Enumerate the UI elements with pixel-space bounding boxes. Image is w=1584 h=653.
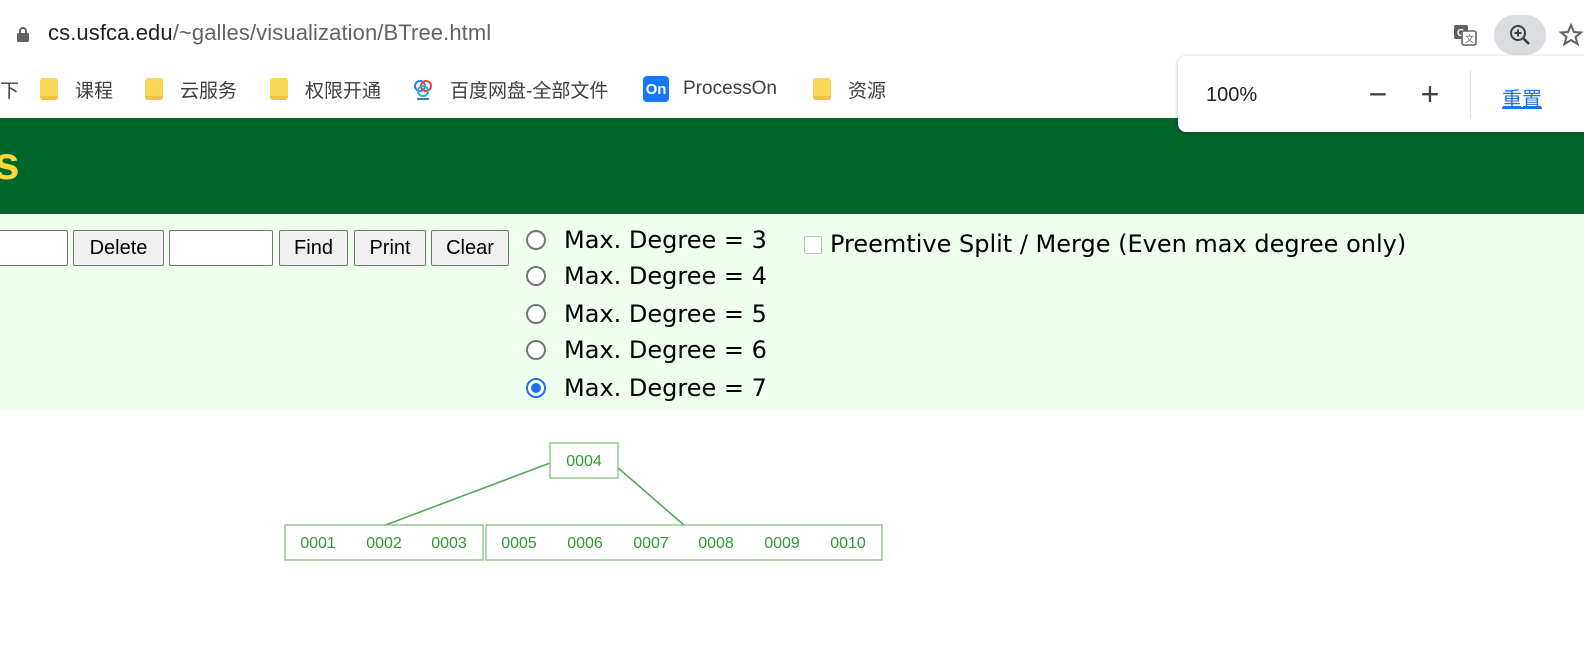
edge-root-left <box>382 459 559 527</box>
left-key: 0003 <box>431 535 467 552</box>
degree-option-4[interactable]: Max. Degree = 4 <box>526 261 767 291</box>
bookmark-partial[interactable]: 下 <box>0 74 19 104</box>
address-bar[interactable]: cs.usfca.edu/~galles/visualization/BTree… <box>0 0 1584 64</box>
folder-icon <box>145 78 163 100</box>
print-button[interactable]: Print <box>354 230 426 266</box>
bookmark-label: ProcessOn <box>683 78 777 99</box>
zoom-reset-button[interactable]: 重置 <box>1502 83 1542 112</box>
bookmark-ziyuan[interactable]: 资源 <box>813 74 886 104</box>
edge-root-right <box>608 459 686 527</box>
degree-label: Max. Degree = 3 <box>564 226 767 254</box>
delete-button[interactable]: Delete <box>73 230 164 266</box>
bookmark-partial-label: 下 <box>0 80 20 102</box>
radio-button[interactable] <box>526 304 546 324</box>
zoom-in-icon <box>1510 25 1530 45</box>
page-title: s <box>0 137 20 189</box>
bookmark-baidu-netdisk[interactable]: 百度网盘-全部文件 <box>412 74 608 104</box>
root-key: 0004 <box>566 453 602 470</box>
processon-icon: On <box>643 76 669 102</box>
degree-option-5[interactable]: Max. Degree = 5 <box>526 299 767 329</box>
radio-button[interactable] <box>526 230 546 250</box>
radio-button-selected[interactable] <box>526 378 546 398</box>
right-key: 0005 <box>501 535 537 552</box>
bookmark-yunfuwu[interactable]: 云服务 <box>145 74 237 104</box>
lock-icon[interactable] <box>16 26 30 42</box>
degree-option-7[interactable]: Max. Degree = 7 <box>526 373 767 403</box>
zoom-popup: 100% − + 重置 <box>1178 56 1584 132</box>
zoom-level: 100% <box>1206 84 1258 106</box>
find-value-input[interactable] <box>169 230 273 266</box>
svg-text:文: 文 <box>1465 33 1474 45</box>
zoom-out-button[interactable]: − <box>1360 76 1396 112</box>
preemptive-label: Preemtive Split / Merge (Even max degree… <box>830 230 1407 258</box>
degree-label: Max. Degree = 6 <box>564 336 767 364</box>
clear-button[interactable]: Clear <box>431 230 509 266</box>
right-key: 0009 <box>764 535 800 552</box>
bookmark-label: 资源 <box>848 80 887 102</box>
radio-button[interactable] <box>526 266 546 286</box>
degree-option-3[interactable]: Max. Degree = 3 <box>526 225 767 255</box>
right-child-node <box>485 524 883 561</box>
radio-button[interactable] <box>526 340 546 360</box>
btree-canvas[interactable]: 0004 0001 0002 0003 0005 0006 0007 0008 … <box>0 410 1584 648</box>
btree-drawing: 0004 0001 0002 0003 0005 0006 0007 0008 … <box>284 442 883 561</box>
zoom-indicator-button[interactable] <box>1494 15 1546 55</box>
degree-option-6[interactable]: Max. Degree = 6 <box>526 335 767 365</box>
preemptive-checkbox[interactable] <box>804 236 822 254</box>
degree-label: Max. Degree = 4 <box>564 262 767 290</box>
folder-icon <box>270 78 288 100</box>
left-key: 0002 <box>366 535 402 552</box>
translate-icon[interactable]: G 文 <box>1452 22 1478 48</box>
folder-icon <box>813 78 831 100</box>
find-button[interactable]: Find <box>279 230 348 266</box>
degree-label: Max. Degree = 7 <box>564 374 767 402</box>
right-key: 0010 <box>830 535 866 552</box>
insert-value-input[interactable] <box>0 230 68 266</box>
baidu-netdisk-icon <box>414 80 432 100</box>
right-key: 0008 <box>698 535 734 552</box>
degree-label: Max. Degree = 5 <box>564 300 767 328</box>
url-path: /~galles/visualization/BTree.html <box>172 20 492 45</box>
right-key: 0007 <box>633 535 669 552</box>
bookmark-kecheng[interactable]: 课程 <box>40 74 113 104</box>
url-host: cs.usfca.edu <box>48 20 173 45</box>
bookmark-label: 百度网盘-全部文件 <box>450 80 609 102</box>
right-key: 0006 <box>567 535 603 552</box>
page-header <box>0 118 1584 214</box>
zoom-in-button[interactable]: + <box>1412 76 1448 112</box>
url-text[interactable]: cs.usfca.edu/~galles/visualization/BTree… <box>48 20 491 46</box>
left-key: 0001 <box>300 535 336 552</box>
bookmark-star-icon[interactable] <box>1558 22 1584 48</box>
bookmark-quanxian[interactable]: 权限开通 <box>270 74 381 104</box>
bookmark-label: 课程 <box>75 80 114 102</box>
bookmark-label: 云服务 <box>180 80 238 102</box>
bookmark-label: 权限开通 <box>305 80 382 102</box>
folder-icon <box>40 78 58 100</box>
bookmark-processon[interactable]: On ProcessOn <box>643 74 777 104</box>
zoom-divider <box>1470 70 1471 118</box>
